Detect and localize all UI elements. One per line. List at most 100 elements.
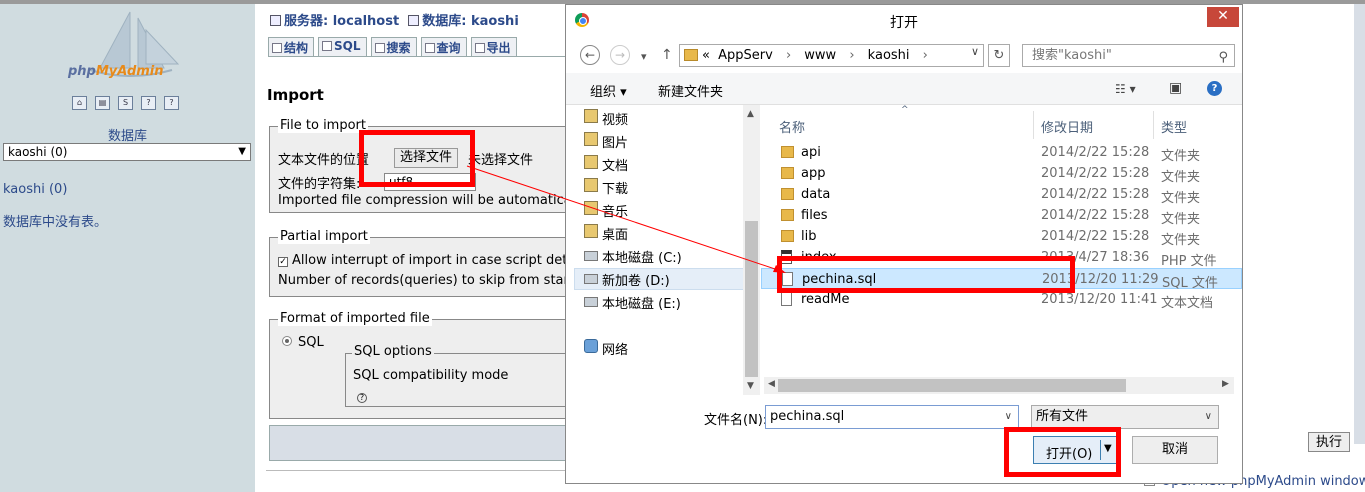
nav-item-network[interactable]: 网络 xyxy=(602,339,628,358)
nav-item-drive-c[interactable]: 本地磁盘 (C:) xyxy=(602,247,682,266)
query-window-icon[interactable]: ▤ xyxy=(95,96,110,110)
fieldset-legend: Format of imported file xyxy=(278,311,432,326)
view-options-icon[interactable]: ☷ ▾ xyxy=(1115,82,1136,96)
new-folder-button[interactable]: 新建文件夹 xyxy=(658,81,723,100)
help-icon[interactable]: ? xyxy=(357,389,367,404)
server-breadcrumb[interactable]: 服务器: localhost xyxy=(284,14,399,29)
docs-icon[interactable]: ? xyxy=(141,96,156,110)
radio-button[interactable] xyxy=(282,336,292,346)
column-header-date[interactable]: 修改日期 xyxy=(1041,117,1093,136)
highlight-choose-file xyxy=(359,130,475,187)
page-scrollbar[interactable] xyxy=(1354,4,1365,444)
address-bar[interactable]: « AppServ › www › kaoshi › xyxy=(679,44,984,67)
column-separator[interactable] xyxy=(1033,111,1034,139)
preview-pane-icon[interactable]: ▣ xyxy=(1169,80,1182,96)
tab-export[interactable]: 导出 xyxy=(470,37,517,56)
forward-arrow-icon[interactable]: → xyxy=(610,45,630,65)
compression-note: Imported file compression will be automa… xyxy=(278,193,587,208)
recent-locations-chevron-icon[interactable]: ▾ xyxy=(641,50,647,63)
file-date: 2014/2/22 15:28 xyxy=(1041,187,1150,202)
file-row-api[interactable]: api 2014/2/22 15:28 文件夹 xyxy=(761,142,1242,164)
address-overflow[interactable]: « xyxy=(702,48,710,63)
file-list-hscrollbar[interactable]: ◀ ▶ xyxy=(764,377,1234,394)
close-button[interactable]: ✕ xyxy=(1207,7,1239,27)
navigation-pane: 视频 图片 文档 下载 音乐 桌面 本地磁盘 (C:) 新加卷 (D:) 本地磁… xyxy=(574,105,759,395)
search-icon xyxy=(374,43,385,53)
tab-underline xyxy=(268,56,568,57)
column-header-type[interactable]: 类型 xyxy=(1161,117,1187,136)
address-segment-www[interactable]: www xyxy=(804,48,836,63)
file-row-files[interactable]: files 2014/2/22 15:28 文件夹 xyxy=(761,205,1242,227)
nav-item-pictures[interactable]: 图片 xyxy=(602,132,628,151)
tab-search[interactable]: 搜索 xyxy=(370,37,417,56)
scroll-right-icon[interactable]: ▶ xyxy=(1222,379,1229,389)
logo-php: php xyxy=(68,64,96,79)
address-separator: › xyxy=(849,48,855,63)
chevron-down-icon[interactable]: ∨ xyxy=(1005,406,1012,428)
up-arrow-icon[interactable]: ↑ xyxy=(661,47,673,63)
sql-icon[interactable]: S xyxy=(118,96,133,110)
page-right-area xyxy=(1243,4,1365,492)
nav-item-documents[interactable]: 文档 xyxy=(602,155,628,174)
execute-button[interactable]: 执行 xyxy=(1308,432,1350,452)
database-label: 数据库 xyxy=(107,129,147,144)
phpmyadmin-logo-text: phpMyAdmin xyxy=(68,64,164,79)
address-segment-appserv[interactable]: AppServ xyxy=(718,48,773,63)
scroll-up-icon[interactable]: ▲ xyxy=(747,109,754,119)
sql-format-radio[interactable]: SQL xyxy=(282,335,324,350)
address-segment-kaoshi[interactable]: kaoshi xyxy=(868,48,910,63)
database-breadcrumb[interactable]: 数据库: kaoshi xyxy=(422,14,519,29)
help-icon[interactable]: ? xyxy=(1207,81,1222,96)
nav-item-desktop[interactable]: 桌面 xyxy=(602,224,628,243)
breadcrumb: 服务器: localhost 数据库: kaoshi xyxy=(270,10,519,29)
filename-label: 文件名(N): xyxy=(704,413,768,428)
nav-item-music[interactable]: 音乐 xyxy=(602,201,628,220)
tab-sql[interactable]: SQL xyxy=(318,37,367,56)
refresh-icon[interactable]: ↻ xyxy=(988,44,1010,67)
chevron-down-icon: ∨ xyxy=(1204,411,1212,422)
tab-structure[interactable]: 结构 xyxy=(268,37,315,56)
column-header-name[interactable]: 名称 xyxy=(779,117,805,136)
file-row-app[interactable]: app 2014/2/22 15:28 文件夹 xyxy=(761,163,1242,185)
file-row-data[interactable]: data 2014/2/22 15:28 文件夹 xyxy=(761,184,1242,206)
nav-pane-scrollbar[interactable]: ▲ ▼ xyxy=(743,105,760,395)
network-icon xyxy=(584,339,598,353)
sort-chevron-icon: ^ xyxy=(901,105,909,115)
database-select[interactable]: kaoshi (0) ▼ xyxy=(3,143,251,161)
allow-interrupt-checkbox[interactable]: ✓ xyxy=(278,257,288,267)
page-title: Import xyxy=(267,86,324,104)
no-tables-message: 数据库中没有表。 xyxy=(3,215,108,230)
tab-query[interactable]: 查询 xyxy=(420,37,467,56)
scrollbar-thumb[interactable] xyxy=(778,379,1126,392)
file-list: 名称 修改日期 类型 ^ api 2014/2/22 15:28 文件夹 app 20… xyxy=(761,105,1242,395)
database-link[interactable]: kaoshi (0) xyxy=(3,182,67,197)
allow-interrupt-row[interactable]: ✓ Allow interrupt of import in case scrip… xyxy=(278,253,575,268)
file-name: api xyxy=(801,145,821,160)
home-icon[interactable]: ⌂ xyxy=(72,96,87,110)
help-icon[interactable]: ? xyxy=(164,96,179,110)
organize-menu[interactable]: 组织 ▾ xyxy=(590,81,627,100)
search-input[interactable]: 搜索"kaoshi" ⚲ xyxy=(1022,44,1235,67)
file-name: app xyxy=(801,166,826,181)
drive-icon xyxy=(584,297,598,307)
scroll-down-icon[interactable]: ▼ xyxy=(747,381,754,391)
nav-item-drive-e[interactable]: 本地磁盘 (E:) xyxy=(602,293,681,312)
highlight-open-button xyxy=(1004,427,1121,477)
nav-item-videos[interactable]: 视频 xyxy=(602,109,628,128)
filename-input[interactable]: pechina.sql ∨ xyxy=(765,405,1019,429)
file-row-lib[interactable]: lib 2014/2/22 15:28 文件夹 xyxy=(761,226,1242,248)
scroll-left-icon[interactable]: ◀ xyxy=(768,379,775,389)
scrollbar-thumb[interactable] xyxy=(745,221,758,377)
allow-interrupt-label: Allow interrupt of import in case script… xyxy=(292,253,576,268)
column-separator[interactable] xyxy=(1153,111,1154,139)
folder-icon xyxy=(781,209,794,221)
cancel-button[interactable]: 取消 xyxy=(1132,436,1218,464)
nav-item-drive-d[interactable]: 新加卷 (D:) xyxy=(602,270,670,289)
back-arrow-icon[interactable]: ← xyxy=(580,45,600,65)
address-dropdown-icon[interactable]: ∨ xyxy=(971,45,979,58)
file-type-select[interactable]: 所有文件 ∨ xyxy=(1031,405,1219,429)
tab-bar: 结构 SQL 搜索 查询 导出 xyxy=(268,37,517,56)
nav-item-downloads[interactable]: 下载 xyxy=(602,178,628,197)
nav-icon-row: ⌂ ▤ S ? ? xyxy=(72,96,179,110)
folder-icon xyxy=(781,188,794,200)
